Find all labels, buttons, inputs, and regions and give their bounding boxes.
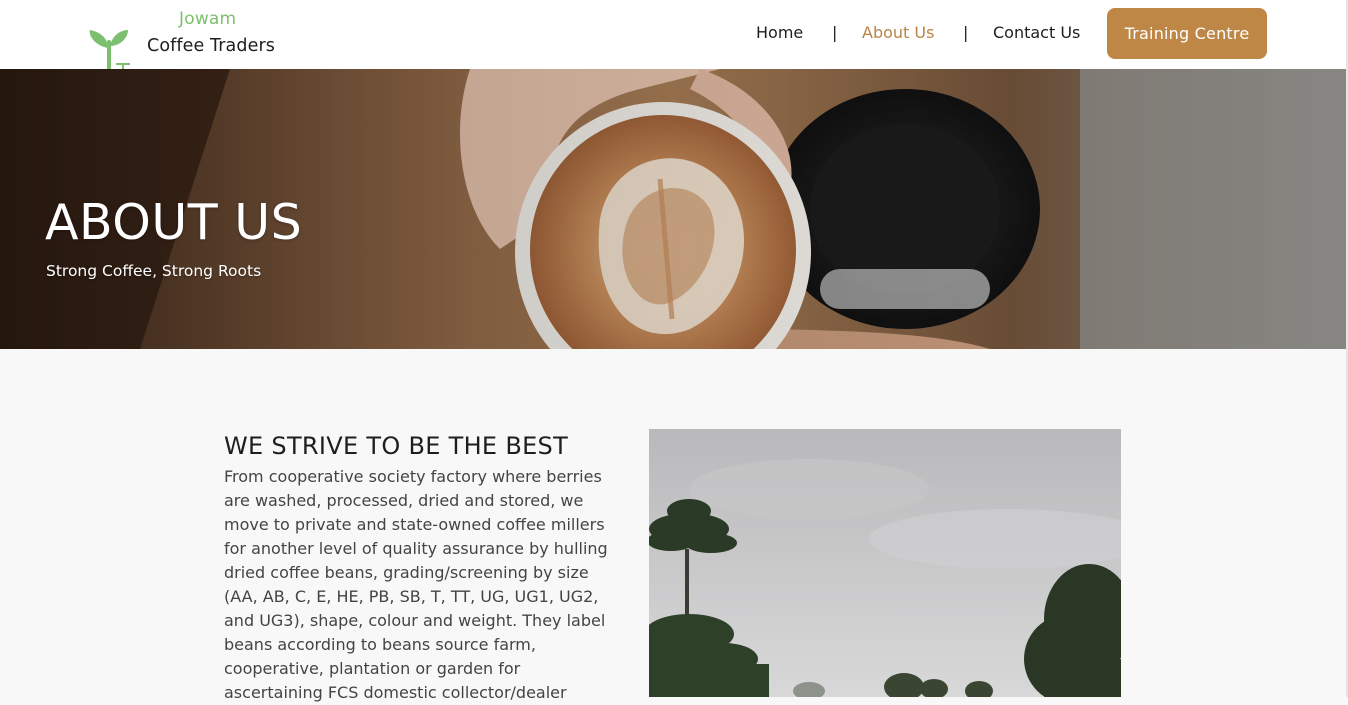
section-body-text: From cooperative society factory where b… [224,467,608,702]
brand-name-bottom[interactable]: Coffee Traders [147,36,275,56]
training-centre-button[interactable]: Training Centre [1107,8,1267,59]
hero-banner: ABOUT US Strong Coffee, Strong Roots [0,69,1346,349]
brand-name-top[interactable]: Jowam [179,9,236,29]
page-title: ABOUT US [45,194,303,251]
nav-contact-link[interactable]: Contact Us [993,23,1080,42]
nav-separator: | [963,23,969,42]
nav-separator: | [832,23,838,42]
page-subtitle: Strong Coffee, Strong Roots [46,262,262,280]
nav-about-link[interactable]: About Us [862,23,934,42]
section-heading: WE STRIVE TO BE THE BEST [224,432,569,460]
nav-home-link[interactable]: Home [756,23,803,42]
site-header: Jowam Coffee Traders Home | About Us | C… [0,0,1348,86]
coffee-farm-photo [649,429,1121,697]
